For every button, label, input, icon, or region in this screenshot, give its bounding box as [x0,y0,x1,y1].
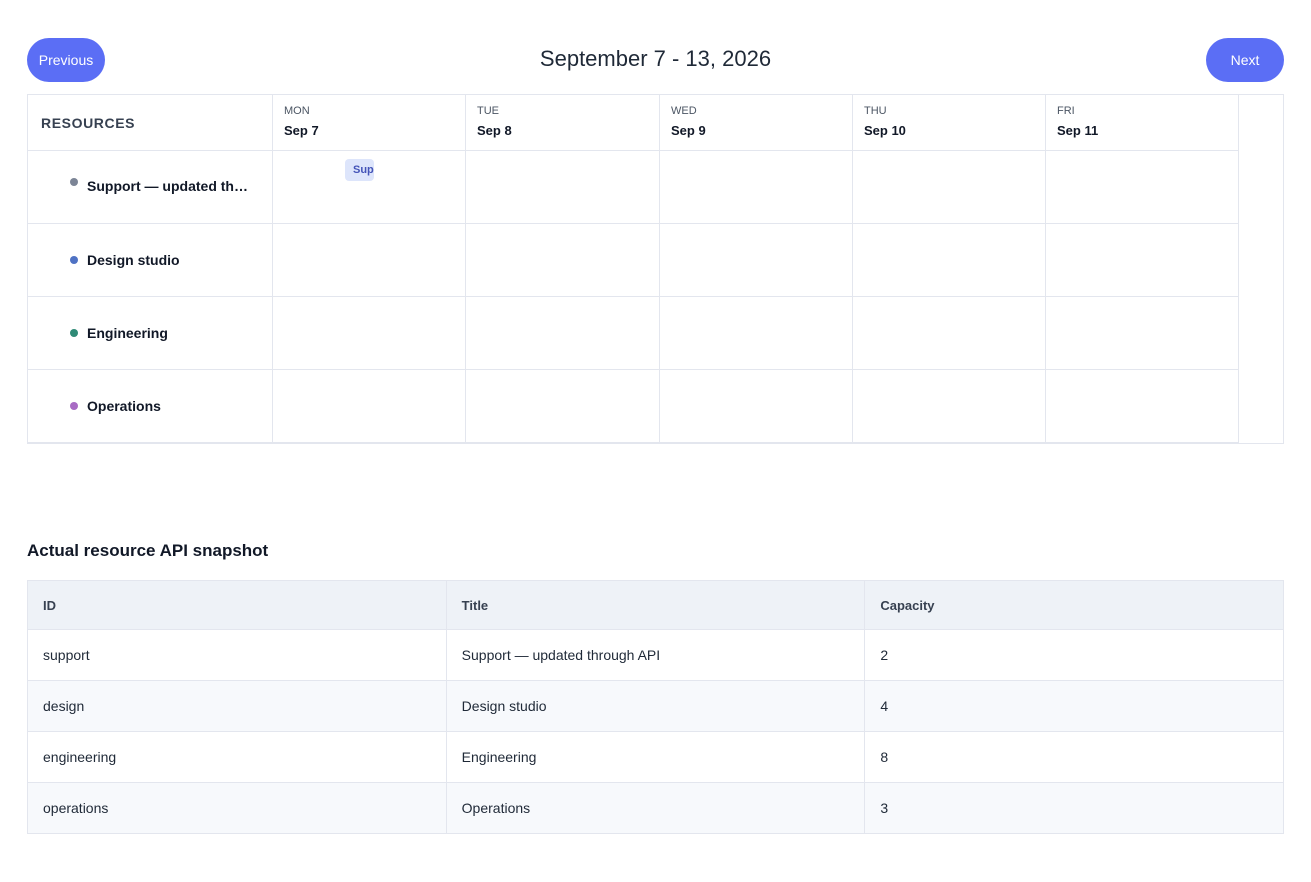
scrollbar-gutter[interactable] [1238,95,1283,443]
day-name: WED [671,105,697,117]
cell-capacity: 8 [864,731,1284,783]
snapshot-title: Actual resource API snapshot [27,541,269,560]
event-label: Sup [353,164,374,176]
scheduler-grid: RESOURCES MON Sep 7 TUE Sep 8 WED Sep 9 … [28,95,1239,442]
resource-color-dot [70,329,78,337]
slot-cell[interactable] [660,151,853,223]
column-header-id: ID [27,580,447,630]
scheduler-header-row: RESOURCES MON Sep 7 TUE Sep 8 WED Sep 9 … [28,95,1239,151]
cell-id: engineering [27,731,447,783]
table-row: engineering Engineering 8 [27,731,1284,783]
table-row: operations Operations 3 [27,782,1284,834]
resource-label: Design studio [70,224,180,296]
slot-cell[interactable] [466,224,660,296]
cell-title: Engineering [445,731,866,783]
slot-cell[interactable] [1046,370,1239,442]
day-name: MON [284,105,310,117]
resource-row-engineering: Engineering [28,297,1239,370]
column-header-title: Title [445,580,866,630]
cell-id: support [27,629,447,681]
resource-color-dot [70,178,78,186]
cell-title: Support — updated through API [445,629,866,681]
day-date: Sep 11 [1057,123,1099,138]
day-date: Sep 9 [671,123,706,138]
slot-cell[interactable] [466,370,660,442]
slot-cell[interactable] [660,370,853,442]
day-name: TUE [477,105,499,117]
next-button[interactable]: Next [1206,38,1284,82]
day-date: Sep 10 [864,123,906,138]
cell-capacity: 2 [864,629,1284,681]
resource-color-dot [70,256,78,264]
slot-cell[interactable] [273,224,466,296]
day-header-mon: MON Sep 7 [273,95,466,150]
slot-cell[interactable] [853,370,1046,442]
day-name: FRI [1057,105,1075,117]
resource-name: Support — updated th… [87,178,248,194]
resources-header-label: RESOURCES [41,115,136,131]
resource-api-table: ID Title Capacity support Support — upda… [27,580,1284,834]
resource-cell: Operations [28,370,273,442]
day-header-tue: TUE Sep 8 [466,95,660,150]
cell-title: Operations [445,782,866,834]
resource-label: Engineering [70,297,168,369]
table-header-row: ID Title Capacity [27,580,1284,630]
slot-cell[interactable] [853,151,1046,223]
resource-label: Operations [70,370,161,442]
resource-scheduler: RESOURCES MON Sep 7 TUE Sep 8 WED Sep 9 … [27,94,1284,444]
slot-cell[interactable] [853,297,1046,369]
cell-capacity: 4 [864,680,1284,732]
slot-cell[interactable] [466,151,660,223]
day-header-fri: FRI Sep 11 [1046,95,1239,150]
slot-cell[interactable] [1046,151,1239,223]
resource-name: Design studio [87,252,180,268]
day-header-thu: THU Sep 10 [853,95,1046,150]
resource-label: Support — updated th… [70,151,248,223]
resource-cell: Engineering [28,297,273,369]
slot-cell[interactable] [273,370,466,442]
resource-row-support: Support — updated th… Sup [28,151,1239,224]
day-date: Sep 8 [477,123,512,138]
cell-title: Design studio [445,680,866,732]
day-date: Sep 7 [284,123,319,138]
table-row: support Support — updated through API 2 [27,629,1284,681]
slot-cell[interactable] [853,224,1046,296]
resource-row-operations: Operations [28,370,1239,442]
resource-row-design: Design studio [28,224,1239,297]
resource-name: Engineering [87,325,168,341]
table-row: design Design studio 4 [27,680,1284,732]
event-chip[interactable]: Sup [345,159,374,181]
slot-cell[interactable] [273,297,466,369]
resource-name: Operations [87,398,161,414]
column-header-capacity: Capacity [864,580,1284,630]
day-header-wed: WED Sep 9 [660,95,853,150]
resource-cell: Design studio [28,224,273,296]
resource-color-dot [70,402,78,410]
day-name: THU [864,105,887,117]
cell-capacity: 3 [864,782,1284,834]
slot-cell[interactable] [1046,224,1239,296]
resources-column-header: RESOURCES [28,95,273,150]
slot-cell[interactable] [466,297,660,369]
date-range-title: September 7 - 13, 2026 [539,46,772,71]
resource-cell: Support — updated th… [28,151,273,223]
slot-cell[interactable] [1046,297,1239,369]
slot-cell[interactable]: Sup [273,151,466,223]
slot-cell[interactable] [660,224,853,296]
slot-cell[interactable] [660,297,853,369]
cell-id: operations [27,782,447,834]
cell-id: design [27,680,447,732]
